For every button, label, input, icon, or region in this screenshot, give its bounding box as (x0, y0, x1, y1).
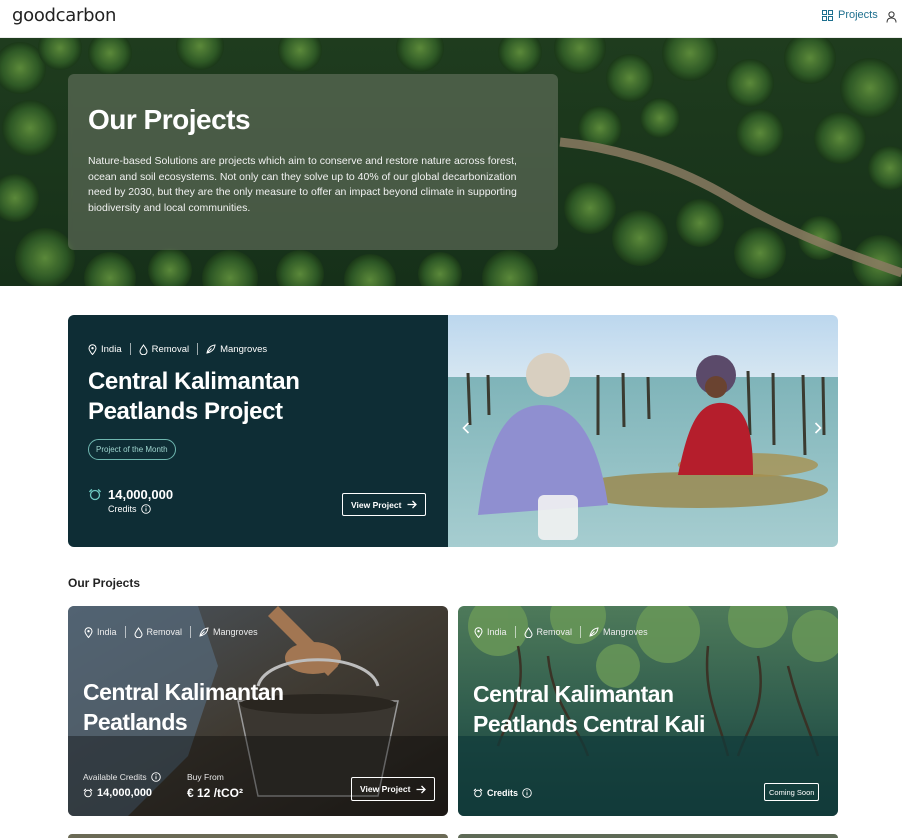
ecosystem-tag: Mangroves (199, 627, 258, 637)
tag-divider (514, 626, 516, 638)
tag-divider (129, 343, 131, 355)
available-credits-value: 14,000,000 (83, 787, 152, 799)
next-card-row-edge (458, 834, 838, 838)
hero-description: Nature-based Solutions are projects whic… (88, 155, 517, 214)
location-tag: India (474, 626, 507, 638)
drop-icon (134, 626, 143, 638)
location-tag: India (84, 626, 117, 638)
credits-icon (88, 488, 102, 500)
location-pin-icon (88, 343, 97, 355)
location-pin-icon (474, 626, 483, 638)
type-tag: Removal (134, 626, 182, 638)
featured-project-title: Central Kalimantan Peatlands Project (88, 368, 300, 425)
featured-tags: India Removal Mangroves (88, 343, 428, 355)
info-icon[interactable] (150, 772, 161, 782)
ecosystem-tag: Mangroves (589, 627, 648, 637)
hero-intro-card: Our Projects Nature-based Solutions are … (68, 74, 558, 250)
tag-divider (580, 626, 582, 638)
goodcarbon-logo[interactable]: goodcarbon (12, 5, 116, 26)
drop-icon (524, 626, 533, 638)
location-pin-icon (84, 626, 93, 638)
buy-from-label: Buy From (187, 772, 224, 782)
info-icon[interactable] (140, 504, 151, 514)
project-card[interactable]: India Removal Mangroves Central Kalimant… (458, 606, 838, 816)
user-icon (886, 11, 897, 23)
tag-divider (197, 343, 199, 355)
drop-icon (139, 343, 148, 355)
info-icon[interactable] (522, 788, 532, 798)
location-tag: India (88, 344, 122, 355)
credits-label: Credits (473, 788, 532, 798)
carousel-next-button[interactable] (814, 422, 822, 437)
ecosystem-tag: Mangroves (206, 344, 267, 355)
featured-credits-value: 14,000,000 (108, 487, 174, 502)
projects-section-title: Our Projects (68, 576, 141, 590)
leaf-icon (199, 627, 209, 637)
next-card-row-edge (68, 834, 448, 838)
nav-projects-label: Projects (838, 9, 878, 21)
project-card[interactable]: India Removal Mangroves Central Kalimant… (68, 606, 448, 816)
view-project-button[interactable]: View Project (351, 777, 436, 801)
grid-icon (822, 9, 833, 21)
featured-credits: 14,000,000 Credits (88, 487, 173, 514)
tag-divider (124, 626, 126, 638)
project-card-title: Central Kalimantan Peatlands (83, 679, 284, 735)
project-of-month-badge: Project of the Month (88, 439, 176, 460)
hero-banner: Our Projects Nature-based Solutions are … (0, 38, 902, 286)
card-tags: India Removal Mangroves (84, 626, 258, 638)
leaf-icon (206, 344, 216, 354)
card-tags: India Removal Mangroves (474, 626, 648, 638)
seaweed-farmers-image (448, 315, 838, 547)
credits-icon (473, 788, 483, 798)
type-tag: Removal (524, 626, 572, 638)
project-card-title: Central Kalimantan Peatlands Central Kal… (473, 681, 705, 737)
coming-soon-badge: Coming Soon (764, 783, 820, 801)
available-credits-label: Available Credits (83, 772, 161, 782)
featured-credits-label: Credits (108, 504, 137, 514)
arrow-right-icon (407, 500, 418, 509)
top-navigation-bar: goodcarbon Projects (0, 0, 902, 38)
leaf-icon (589, 627, 599, 637)
chevron-right-icon (814, 422, 822, 434)
chevron-left-icon (462, 422, 470, 434)
arrow-right-icon (416, 785, 427, 793)
user-account-button[interactable] (886, 10, 897, 28)
nav-projects-link[interactable]: Projects (822, 9, 878, 21)
featured-info-panel: India Removal Mangroves Central Kalimant… (68, 315, 448, 547)
type-tag: Removal (139, 343, 189, 355)
carousel-prev-button[interactable] (462, 422, 470, 437)
page-title: Our Projects (88, 104, 251, 135)
buy-from-price: € 12 /tCO² (187, 786, 244, 800)
featured-project-photo (448, 315, 838, 547)
credits-icon (83, 788, 93, 798)
featured-project-card: India Removal Mangroves Central Kalimant… (68, 315, 838, 547)
tag-divider (190, 626, 192, 638)
view-featured-project-button[interactable]: View Project (342, 493, 427, 516)
